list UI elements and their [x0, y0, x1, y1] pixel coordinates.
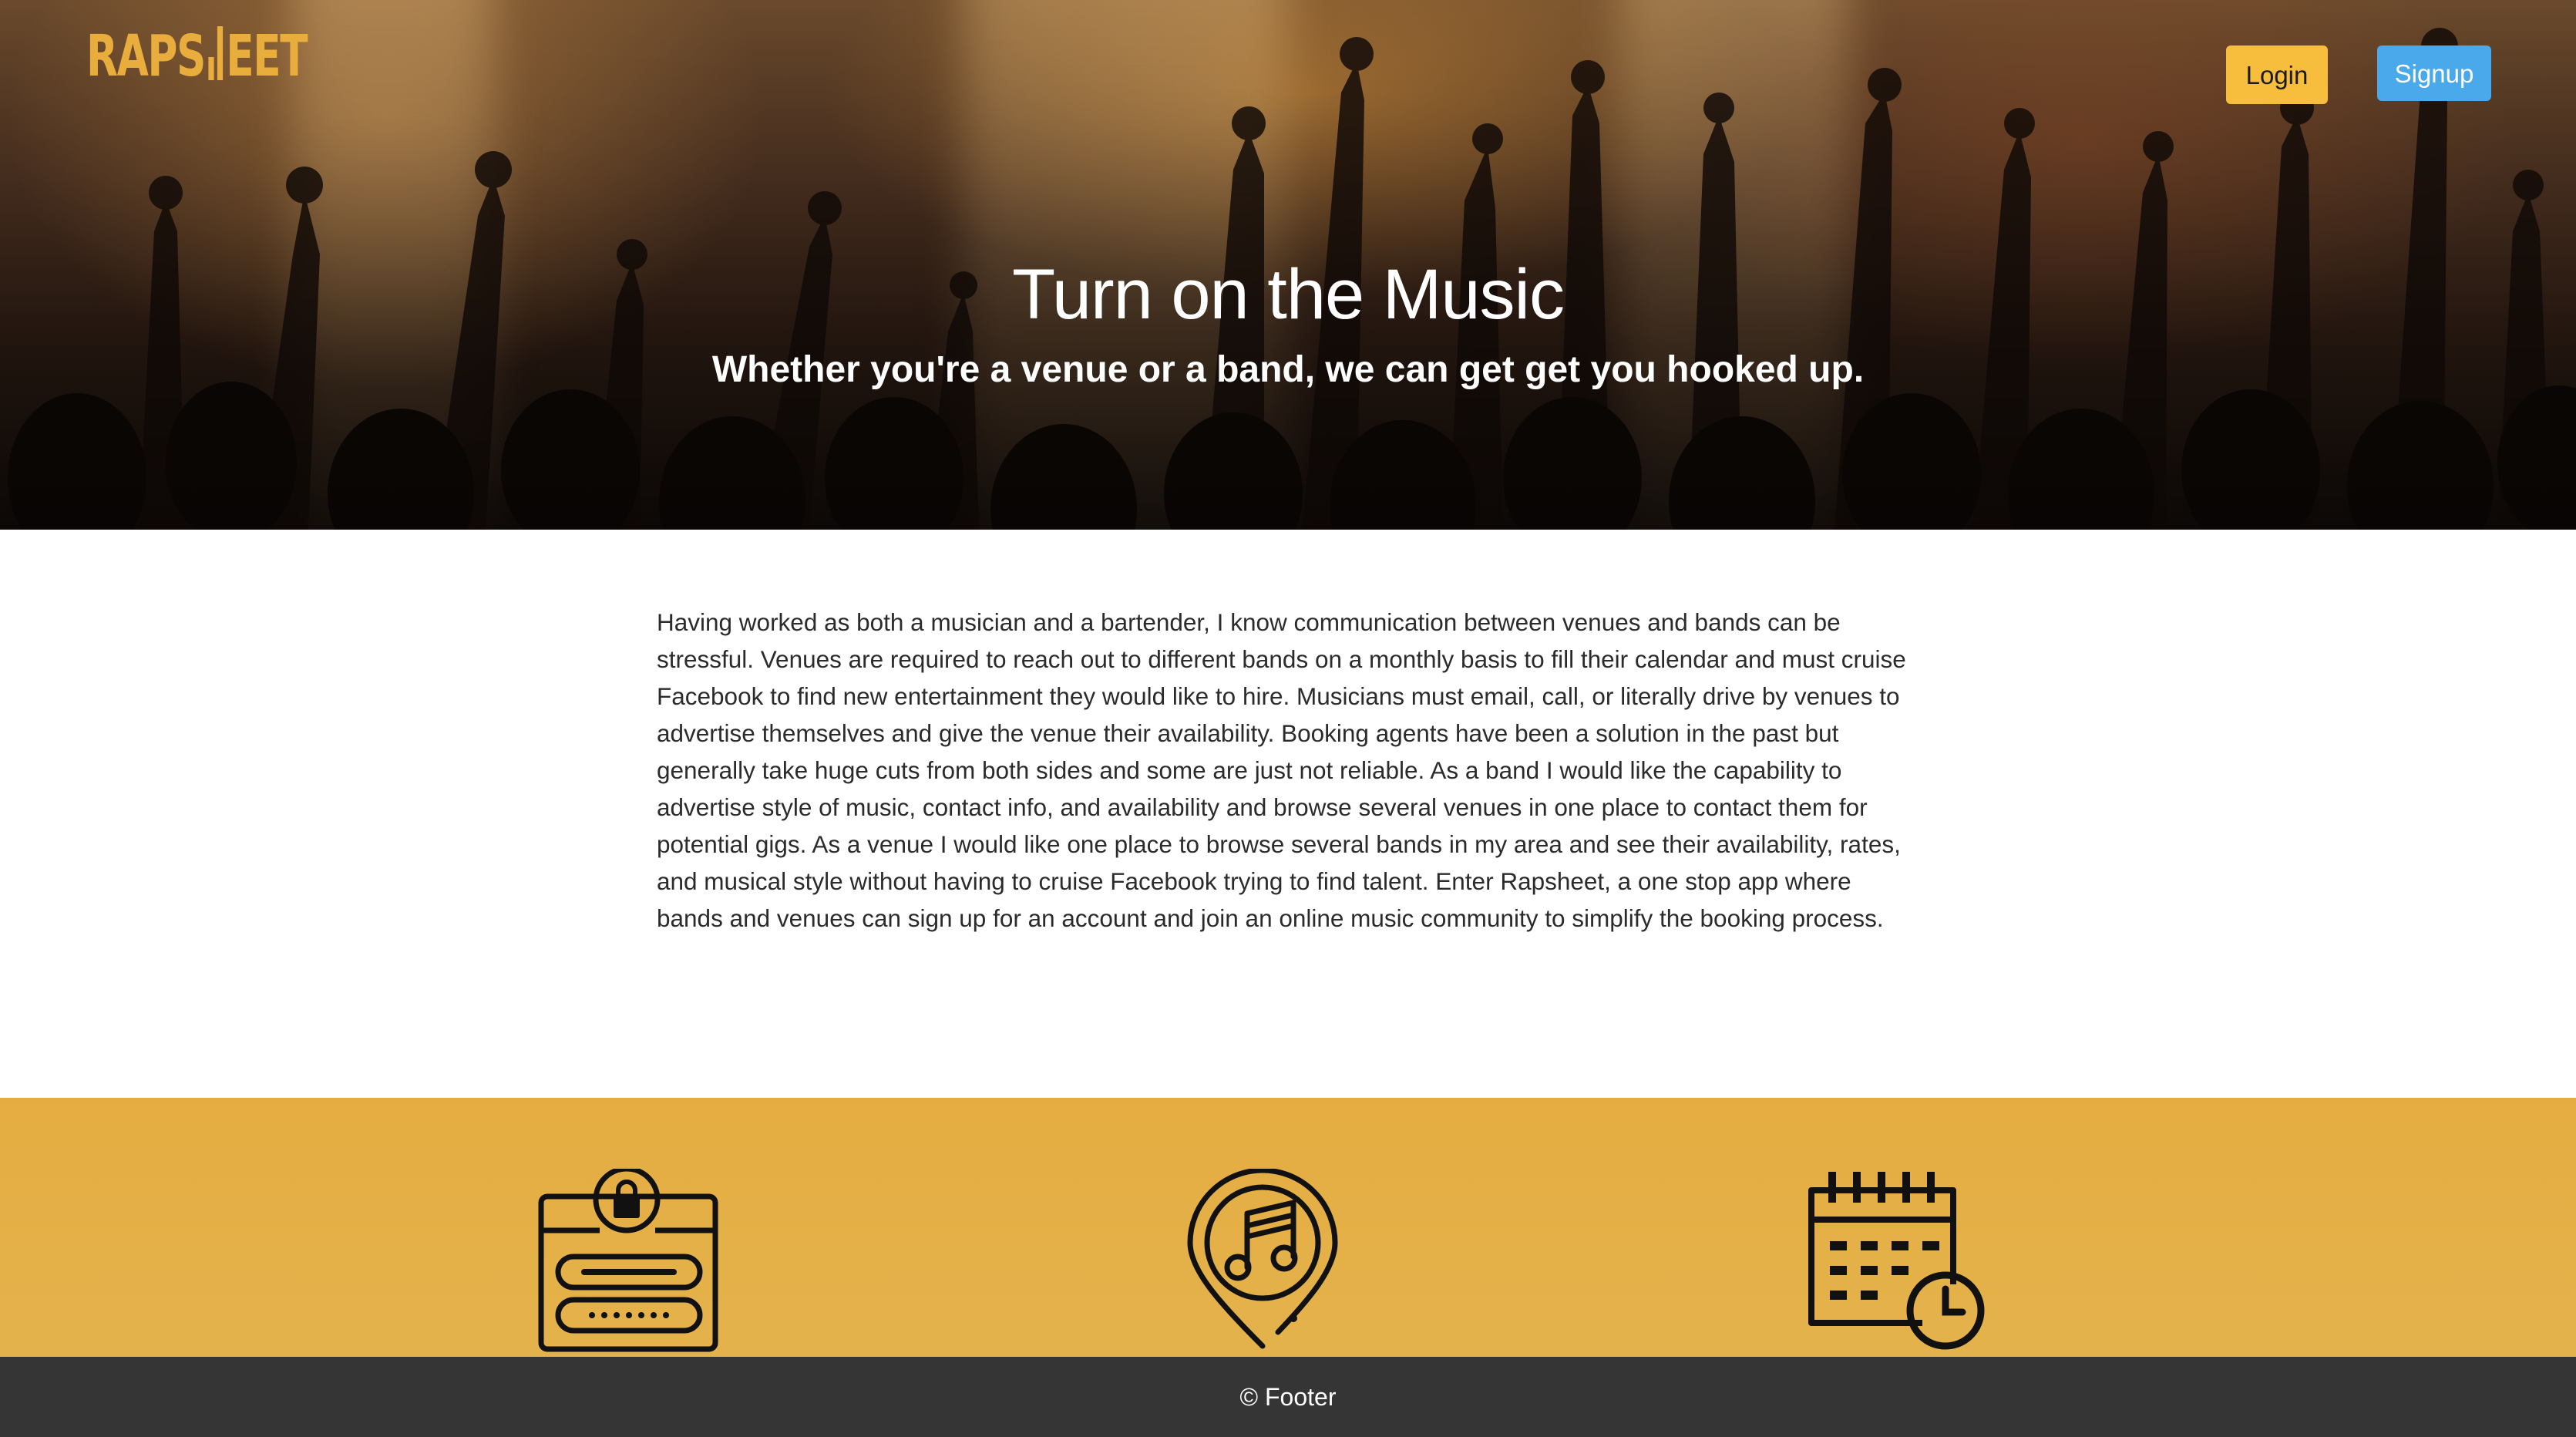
hero-banner: RAPS EET Login Signup Turn on the Music … — [0, 0, 2576, 530]
signup-button[interactable]: Signup — [2377, 45, 2491, 101]
footer-text: © Footer — [1239, 1382, 1337, 1411]
hero-title: Turn on the Music — [1012, 255, 1565, 334]
calendar-schedule-icon — [1808, 1172, 1985, 1350]
secure-login-icon — [538, 1169, 718, 1352]
about-paragraph: Having worked as both a musician and a b… — [657, 608, 1906, 932]
equalizer-bars-icon — [208, 26, 223, 80]
page-footer: © Footer — [0, 1357, 2576, 1437]
logo-text-left: RAPS — [86, 23, 206, 89]
music-location-icon — [1187, 1169, 1338, 1349]
login-button[interactable]: Login — [2226, 45, 2328, 104]
rapsheet-logo[interactable]: RAPS EET — [86, 23, 308, 89]
hero-subtitle: Whether you're a venue or a band, we can… — [711, 349, 1865, 390]
logo-text-right: EET — [226, 23, 308, 89]
features-band — [0, 1098, 2576, 1360]
